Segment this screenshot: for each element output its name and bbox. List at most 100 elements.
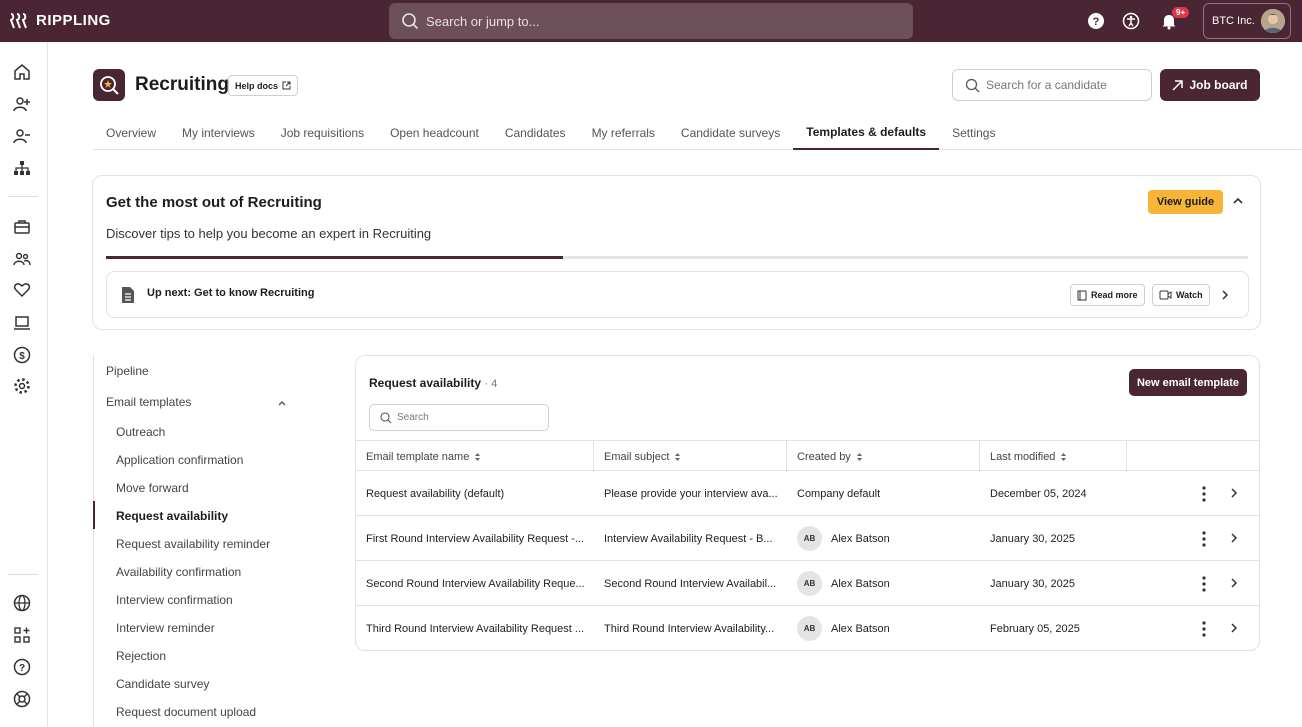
table-row[interactable]: Third Round Interview Availability Reque…: [356, 606, 1259, 650]
help-circle-icon[interactable]: ?: [12, 657, 32, 677]
sort-icon: [675, 452, 681, 461]
template-name-cell: First Round Interview Availability Reque…: [366, 516, 586, 561]
nav-pipeline[interactable]: Pipeline: [106, 364, 149, 378]
view-guide-button[interactable]: View guide: [1148, 190, 1223, 214]
briefcase-icon[interactable]: [12, 217, 32, 237]
chevron-right-icon[interactable]: [1229, 486, 1239, 500]
nav-item-availability-confirmation[interactable]: Availability confirmation: [116, 565, 241, 579]
home-icon[interactable]: [12, 62, 32, 82]
column-header-label: Created by: [797, 450, 851, 463]
globe-icon[interactable]: [12, 593, 32, 613]
accessibility-icon[interactable]: [1121, 11, 1141, 31]
table-row[interactable]: Second Round Interview Availability Requ…: [356, 561, 1259, 606]
column-header-last-modified[interactable]: Last modified: [980, 441, 1127, 472]
new-email-template-button[interactable]: New email template: [1129, 369, 1247, 396]
tab-candidate-surveys[interactable]: Candidate surveys: [668, 116, 793, 150]
tab-job-requisitions[interactable]: Job requisitions: [268, 116, 377, 150]
guide-progress-fill: [106, 256, 563, 259]
person-add-icon[interactable]: [12, 94, 32, 114]
help-icon[interactable]: ?: [1086, 11, 1106, 31]
top-bar: RIPPLING Search or jump to... ? 9+ BTC I…: [0, 0, 1302, 42]
tab-my-referrals[interactable]: My referrals: [579, 116, 668, 150]
tab-overview[interactable]: Overview: [93, 116, 169, 150]
column-header-created-by[interactable]: Created by: [787, 441, 980, 472]
watch-label: Watch: [1176, 290, 1203, 300]
nav-item-rejection[interactable]: Rejection: [116, 649, 166, 663]
rippling-logo[interactable]: RIPPLING: [10, 12, 111, 29]
table-row[interactable]: First Round Interview Availability Reque…: [356, 516, 1259, 561]
company-switcher[interactable]: BTC Inc.: [1203, 3, 1291, 39]
read-more-label: Read more: [1091, 290, 1138, 300]
support-icon[interactable]: [12, 689, 32, 709]
template-name-cell: Third Round Interview Availability Reque…: [366, 606, 586, 650]
more-options-icon[interactable]: [1196, 574, 1212, 594]
template-name-cell: Request availability (default): [366, 471, 586, 516]
column-header-name[interactable]: Email template name: [356, 441, 594, 472]
nav-item-interview-confirmation[interactable]: Interview confirmation: [116, 593, 233, 607]
laptop-icon[interactable]: [12, 313, 32, 333]
rippling-mark-icon: [10, 12, 27, 28]
modified-cell: January 30, 2025: [990, 516, 1130, 561]
gear-icon[interactable]: [12, 376, 32, 396]
more-options-icon[interactable]: [1196, 529, 1212, 549]
job-board-button[interactable]: Job board: [1160, 69, 1260, 101]
column-header-label: Email template name: [366, 450, 470, 463]
chevron-right-icon[interactable]: [1229, 531, 1239, 545]
nav-item-candidate-survey[interactable]: Candidate survey: [116, 677, 209, 691]
tab-candidates[interactable]: Candidates: [492, 116, 579, 150]
template-name-cell: Second Round Interview Availability Requ…: [366, 561, 586, 606]
svg-text:?: ?: [19, 663, 25, 674]
help-docs-label: Help docs: [235, 80, 279, 91]
user-avatar: [1261, 9, 1285, 33]
chevron-up-icon[interactable]: [276, 397, 288, 409]
nav-item-outreach[interactable]: Outreach: [116, 425, 165, 439]
page-title: Recruiting: [135, 74, 229, 95]
sidebar-divider: [8, 574, 38, 575]
read-more-button[interactable]: Read more: [1070, 284, 1145, 306]
nav-item-interview-reminder[interactable]: Interview reminder: [116, 621, 215, 635]
svg-text:$: $: [19, 351, 25, 362]
tab-templates-defaults[interactable]: Templates & defaults: [793, 116, 940, 150]
nav-item-request-document-upload[interactable]: Request document upload: [116, 705, 256, 719]
table-row[interactable]: Request availability (default) Please pr…: [356, 471, 1259, 516]
created-by-cell: AB Alex Batson: [797, 606, 977, 650]
tab-my-interviews[interactable]: My interviews: [169, 116, 268, 150]
chevron-right-icon[interactable]: [1229, 621, 1239, 635]
apps-add-icon[interactable]: [12, 625, 32, 645]
template-subject: Please provide your interview ava...: [604, 487, 778, 500]
watch-button[interactable]: Watch: [1152, 284, 1210, 306]
chevron-up-icon[interactable]: [1231, 194, 1245, 213]
up-next-row[interactable]: Up next: Get to know Recruiting Read mor…: [106, 271, 1249, 318]
nav-item-request-availability-reminder[interactable]: Request availability reminder: [116, 537, 270, 551]
people-icon[interactable]: [12, 249, 32, 269]
recruiting-tabs: Overview My interviews Job requisitions …: [93, 116, 1302, 150]
chevron-right-icon[interactable]: [1220, 289, 1230, 301]
column-header-subject[interactable]: Email subject: [594, 441, 787, 472]
more-options-icon[interactable]: [1196, 619, 1212, 639]
nav-email-templates[interactable]: Email templates: [106, 395, 191, 409]
heart-icon[interactable]: [12, 280, 32, 300]
template-name: Third Round Interview Availability Reque…: [366, 622, 585, 635]
help-docs-link[interactable]: Help docs: [228, 75, 299, 96]
template-search-input[interactable]: Search: [369, 404, 549, 431]
tab-settings[interactable]: Settings: [939, 116, 1008, 150]
template-subject: Third Round Interview Availability...: [604, 622, 775, 635]
person-remove-icon[interactable]: [12, 126, 32, 146]
more-options-icon[interactable]: [1196, 484, 1212, 504]
chevron-right-icon[interactable]: [1229, 576, 1239, 590]
candidate-search-input[interactable]: Search for a candidate: [952, 69, 1152, 101]
global-search-input[interactable]: Search or jump to...: [389, 3, 913, 39]
dollar-icon[interactable]: $: [12, 345, 32, 365]
nav-item-move-forward[interactable]: Move forward: [116, 481, 189, 495]
modified-cell: January 30, 2025: [990, 561, 1130, 606]
subject-cell: Third Round Interview Availability...: [604, 606, 780, 650]
nav-active-indicator: [93, 501, 95, 529]
document-icon: [122, 287, 134, 303]
panel-title-text: Request availability: [369, 376, 482, 390]
tab-open-headcount[interactable]: Open headcount: [377, 116, 492, 150]
nav-item-application-confirmation[interactable]: Application confirmation: [116, 453, 243, 467]
nav-item-request-availability[interactable]: Request availability: [116, 509, 228, 523]
search-icon: [965, 78, 980, 92]
org-chart-icon[interactable]: [12, 158, 32, 178]
modified-date: February 05, 2025: [990, 622, 1080, 635]
